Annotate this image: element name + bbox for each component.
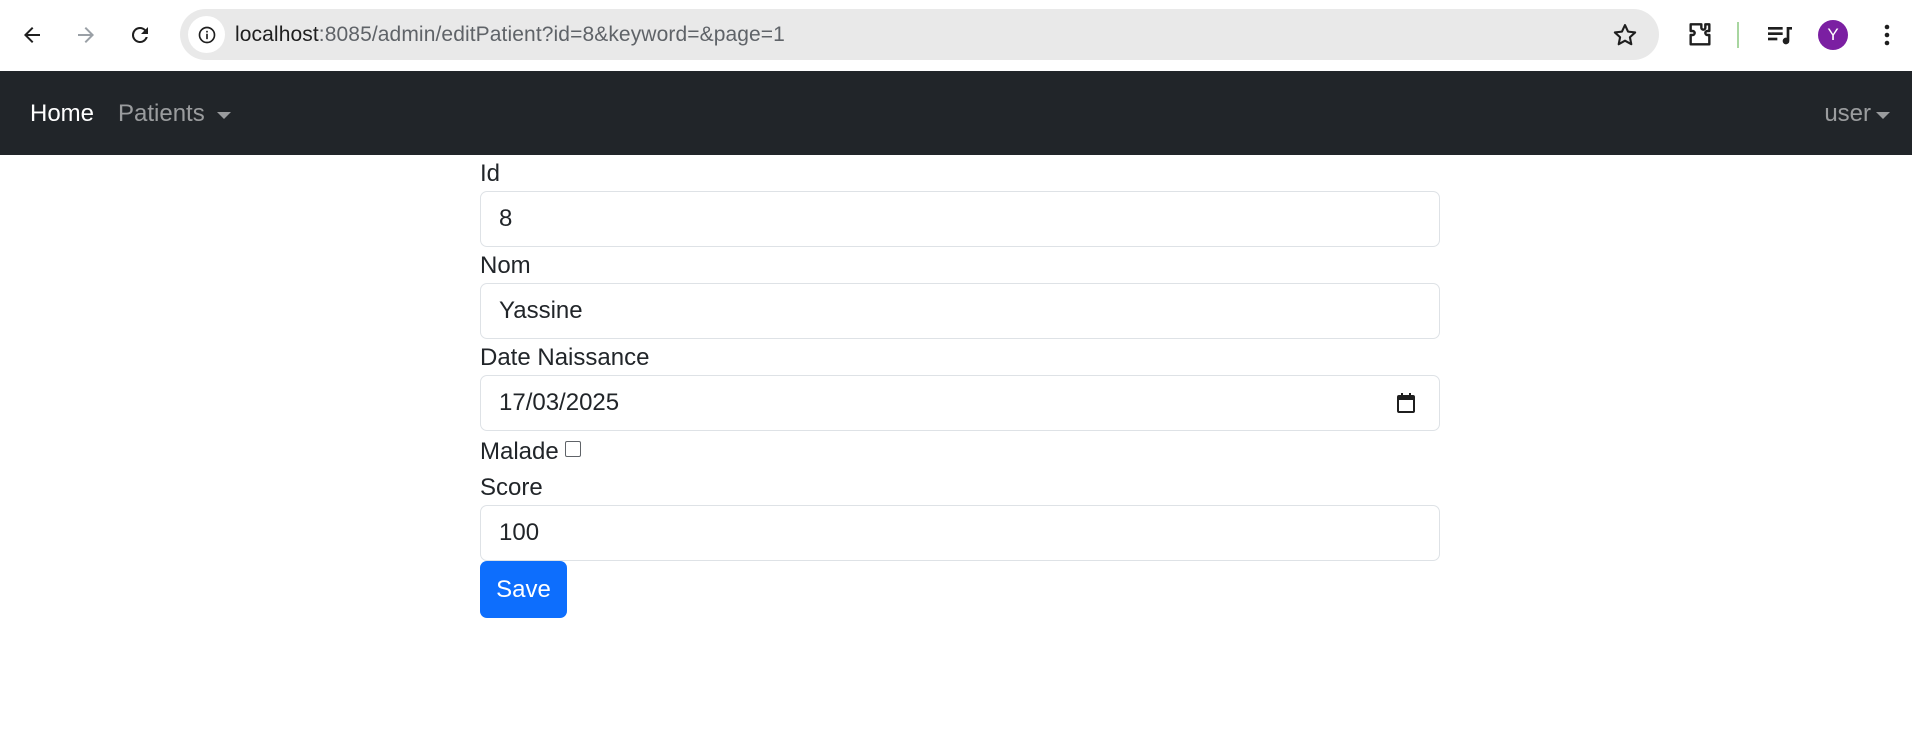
nav-user-label: user xyxy=(1824,100,1871,127)
score-input[interactable] xyxy=(480,505,1440,561)
back-button[interactable] xyxy=(14,17,50,53)
back-arrow-icon xyxy=(24,27,40,43)
extensions-icon[interactable] xyxy=(1684,17,1716,53)
toolbar-separator xyxy=(1737,22,1739,48)
address-bar[interactable]: localhost:8085/admin/editPatient?id=8&ke… xyxy=(180,9,1659,60)
nav-patients-label: Patients xyxy=(118,100,205,127)
calendar-icon[interactable] xyxy=(1394,391,1418,415)
media-controls-icon[interactable] xyxy=(1764,17,1796,53)
nav-user-dropdown[interactable]: user xyxy=(1824,100,1890,128)
url-path: :8085/admin/editPatient?id=8&keyword=&pa… xyxy=(318,23,785,46)
nom-input[interactable] xyxy=(480,283,1440,339)
reload-icon xyxy=(131,26,148,43)
reload-button[interactable] xyxy=(122,17,158,53)
date-naissance-input[interactable] xyxy=(480,375,1440,431)
date-naissance-field xyxy=(480,375,1440,431)
caret-down-icon xyxy=(216,111,231,119)
edit-patient-form: Id Nom Date Naissance Malade Score Save xyxy=(480,155,1440,618)
malade-row: Malade xyxy=(480,433,1440,469)
id-input[interactable] xyxy=(480,191,1440,247)
malade-checkbox[interactable] xyxy=(564,441,581,457)
app-navbar: Home Patients user xyxy=(0,71,1912,155)
url-text[interactable]: localhost:8085/admin/editPatient?id=8&ke… xyxy=(235,23,785,47)
browser-menu-button[interactable] xyxy=(1873,17,1901,53)
forward-button[interactable] xyxy=(68,17,104,53)
nav-home-link[interactable]: Home xyxy=(30,100,94,128)
forward-arrow-icon xyxy=(78,27,94,43)
kebab-menu-icon xyxy=(1884,24,1890,46)
malade-label: Malade xyxy=(480,438,559,465)
date-naissance-label: Date Naissance xyxy=(480,344,650,371)
site-info-button[interactable] xyxy=(188,16,225,53)
nom-label: Nom xyxy=(480,252,531,279)
score-label: Score xyxy=(480,474,543,501)
id-label: Id xyxy=(480,160,501,187)
caret-down-icon xyxy=(1876,111,1890,119)
save-button[interactable]: Save xyxy=(480,561,567,618)
bookmark-star-icon[interactable] xyxy=(1611,21,1639,49)
site-info-icon xyxy=(198,26,215,43)
nav-patients-dropdown[interactable]: Patients xyxy=(118,100,231,128)
profile-avatar[interactable]: Y xyxy=(1818,20,1848,50)
browser-toolbar: localhost:8085/admin/editPatient?id=8&ke… xyxy=(0,0,1912,71)
url-host: localhost xyxy=(235,23,319,46)
